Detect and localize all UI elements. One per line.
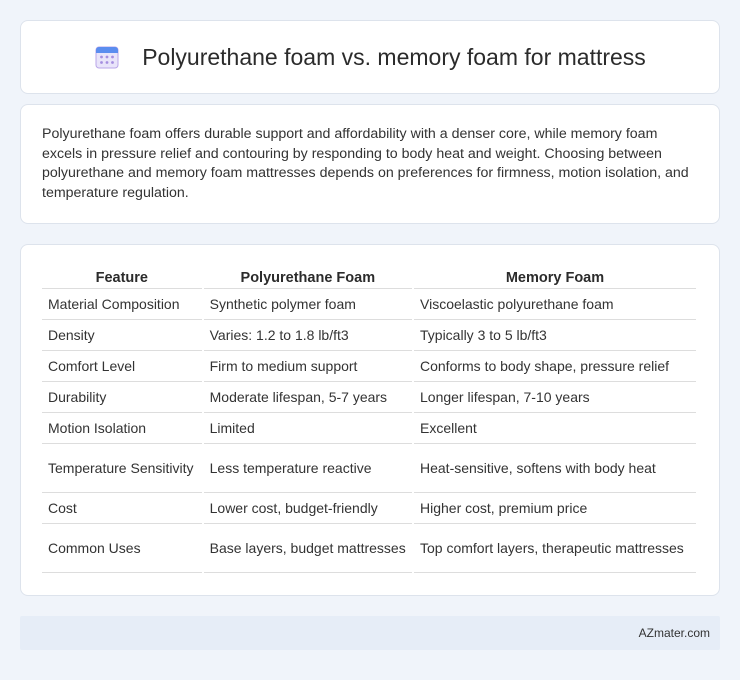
- memory-foam-cell: Conforms to body shape, pressure relief: [414, 351, 696, 382]
- calendar-icon: [95, 46, 119, 69]
- polyurethane-cell: Less temperature reactive: [203, 444, 412, 493]
- summary-card: Polyurethane foam offers durable support…: [20, 104, 720, 224]
- feature-cell: Cost: [42, 493, 202, 524]
- table-row: Cost Lower cost, budget-friendly Higher …: [42, 493, 696, 524]
- table-row: Comfort Level Firm to medium support Con…: [42, 351, 696, 382]
- comparison-table: Feature Polyurethane Foam Memory Foam Ma…: [40, 265, 698, 573]
- polyurethane-cell: Lower cost, budget-friendly: [203, 493, 412, 524]
- table-row: Motion Isolation Limited Excellent: [42, 413, 696, 444]
- table-row: Temperature Sensitivity Less temperature…: [42, 444, 696, 493]
- polyurethane-cell: Varies: 1.2 to 1.8 lb/ft3: [203, 320, 412, 351]
- polyurethane-cell: Limited: [203, 413, 412, 444]
- column-header-memory-foam: Memory Foam: [414, 265, 696, 289]
- feature-cell: Material Composition: [42, 289, 202, 320]
- table-header-row: Feature Polyurethane Foam Memory Foam: [42, 265, 696, 289]
- page-title: Polyurethane foam vs. memory foam for ma…: [142, 43, 646, 70]
- memory-foam-cell: Longer lifespan, 7-10 years: [414, 382, 696, 413]
- table-row: Common Uses Base layers, budget mattress…: [42, 524, 696, 573]
- feature-cell: Temperature Sensitivity: [42, 444, 202, 493]
- polyurethane-cell: Moderate lifespan, 5-7 years: [203, 382, 412, 413]
- polyurethane-cell: Base layers, budget mattresses: [203, 524, 412, 573]
- column-header-feature: Feature: [42, 265, 202, 289]
- table-row: Durability Moderate lifespan, 5-7 years …: [42, 382, 696, 413]
- memory-foam-cell: Excellent: [414, 413, 696, 444]
- memory-foam-cell: Higher cost, premium price: [414, 493, 696, 524]
- footer: AZmater.com: [20, 616, 720, 650]
- feature-cell: Motion Isolation: [42, 413, 202, 444]
- comparison-table-card: Feature Polyurethane Foam Memory Foam Ma…: [20, 244, 720, 596]
- feature-cell: Density: [42, 320, 202, 351]
- table-row: Density Varies: 1.2 to 1.8 lb/ft3 Typica…: [42, 320, 696, 351]
- memory-foam-cell: Top comfort layers, therapeutic mattress…: [414, 524, 696, 573]
- feature-cell: Comfort Level: [42, 351, 202, 382]
- feature-cell: Common Uses: [42, 524, 202, 573]
- polyurethane-cell: Firm to medium support: [203, 351, 412, 382]
- polyurethane-cell: Synthetic polymer foam: [203, 289, 412, 320]
- memory-foam-cell: Viscoelastic polyurethane foam: [414, 289, 696, 320]
- title-card: Polyurethane foam vs. memory foam for ma…: [20, 20, 720, 94]
- memory-foam-cell: Typically 3 to 5 lb/ft3: [414, 320, 696, 351]
- summary-paragraph: Polyurethane foam offers durable support…: [42, 126, 689, 201]
- footer-site-link[interactable]: AZmater.com: [639, 626, 710, 640]
- memory-foam-cell: Heat-sensitive, softens with body heat: [414, 444, 696, 493]
- column-header-polyurethane: Polyurethane Foam: [203, 265, 412, 289]
- table-row: Material Composition Synthetic polymer f…: [42, 289, 696, 320]
- feature-cell: Durability: [42, 382, 202, 413]
